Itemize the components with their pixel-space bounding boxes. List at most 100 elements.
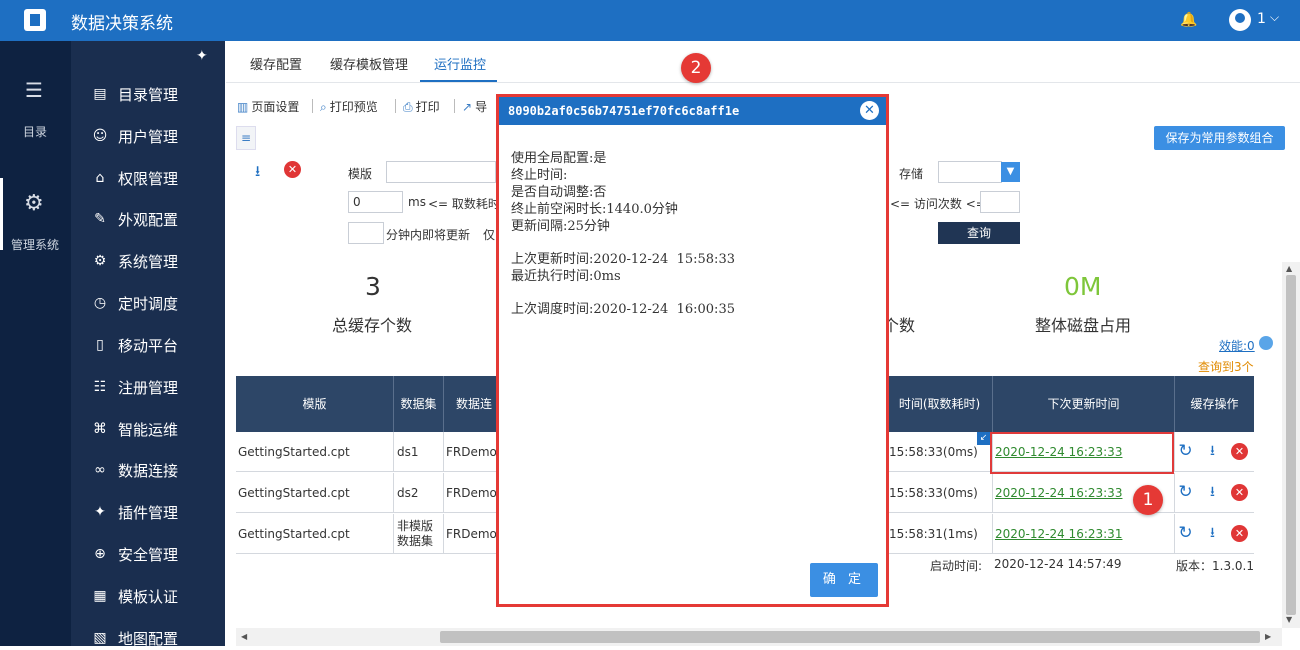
toolbar-divider bbox=[454, 99, 455, 113]
scroll-right-arrow-icon[interactable]: ▶ bbox=[1265, 632, 1271, 641]
sidebar-item-template-auth[interactable]: ▦ 模板认证 bbox=[91, 586, 221, 608]
col-header-dataset: 数据集 bbox=[394, 376, 444, 432]
dialog-line: 更新间隔:25分钟 bbox=[511, 219, 610, 234]
open-detail-icon[interactable]: ↙ bbox=[977, 432, 990, 445]
sidebar-item-register[interactable]: ☷ 注册管理 bbox=[91, 377, 221, 399]
disk-usage-label: 整体磁盘占用 bbox=[1035, 316, 1132, 335]
total-cache-label: 总缓存个数 bbox=[332, 316, 413, 335]
delete-icon[interactable]: ✕ bbox=[1231, 484, 1248, 501]
page-setup-icon: ▥ bbox=[237, 100, 249, 114]
download-icon[interactable]: ⭳ bbox=[1204, 443, 1221, 460]
sidebar-item-schedule[interactable]: ◷ 定时调度 bbox=[91, 293, 221, 315]
scroll-up-arrow-icon[interactable]: ▲ bbox=[1286, 264, 1292, 273]
avatar[interactable] bbox=[1229, 9, 1251, 31]
print-preview-button[interactable]: ⌕ 打印预览 bbox=[320, 98, 378, 115]
result-count: 查询到3个 bbox=[1198, 360, 1254, 374]
tab-divider bbox=[226, 82, 1300, 83]
refresh-icon[interactable]: ↻ bbox=[1177, 525, 1194, 542]
cell-template: GettingStarted.cpt bbox=[236, 432, 394, 472]
rail-active-indicator bbox=[0, 178, 3, 250]
sidebar-item-system[interactable]: ⚙ 系统管理 bbox=[91, 251, 221, 273]
ops-icon: ⌘ bbox=[93, 421, 107, 437]
sidebar-item-catalog[interactable]: ▤ 目录管理 bbox=[91, 84, 221, 106]
refresh-icon[interactable]: ↻ bbox=[1177, 443, 1194, 460]
rail-item-catalog[interactable]: 目录 bbox=[23, 123, 47, 140]
horizontal-scroll-thumb[interactable] bbox=[440, 631, 1260, 643]
cell-connection: FRDemo bbox=[444, 432, 500, 472]
sidebar-item-mobile[interactable]: ▯ 移动平台 bbox=[91, 335, 221, 357]
delete-icon[interactable]: ✕ bbox=[1231, 443, 1248, 460]
bell-icon[interactable]: 🔔 bbox=[1180, 12, 1197, 28]
pin-icon[interactable]: ✦ bbox=[196, 48, 208, 64]
list-icon[interactable]: ☰ bbox=[25, 78, 43, 102]
cell-time: 15:58:31(1ms) bbox=[887, 514, 993, 554]
tab-cache-template[interactable]: 缓存模板管理 bbox=[330, 54, 408, 73]
print-preview-icon: ⌕ bbox=[320, 100, 327, 114]
storage-select[interactable] bbox=[938, 161, 1002, 183]
start-time-label: 启动时间: bbox=[930, 559, 983, 573]
save-params-button[interactable]: 保存为常用参数组合 bbox=[1154, 126, 1285, 150]
rail-item-admin[interactable]: 管理系统 bbox=[11, 236, 59, 253]
sidebar-item-permissions[interactable]: ⌂ 权限管理 bbox=[91, 168, 221, 190]
sidebar-item-ops[interactable]: ⌘ 智能运维 bbox=[91, 419, 221, 441]
chevron-down-icon[interactable]: ⌵ bbox=[1270, 10, 1279, 25]
cache-detail-dialog: 8090b2af0c56b74751ef70fc6c8aff1e ✕ 使用全局配… bbox=[496, 94, 889, 607]
step-badge-2: 2 bbox=[681, 53, 711, 83]
top-bar bbox=[0, 0, 1300, 41]
close-icon[interactable]: ✕ bbox=[860, 101, 879, 120]
sidebar-item-security[interactable]: ⊕ 安全管理 bbox=[91, 544, 221, 566]
export-button[interactable]: ↗ 导 bbox=[462, 98, 487, 115]
step-badge-1: 1 bbox=[1133, 485, 1163, 515]
efficiency-link[interactable]: 效能:0 bbox=[1219, 337, 1255, 354]
download-icon[interactable]: ⭳ bbox=[1204, 525, 1221, 542]
clear-icon[interactable]: ✕ bbox=[284, 161, 301, 178]
cell-connection: FRDemo bbox=[444, 473, 500, 513]
print-button[interactable]: ⎙ 打印 bbox=[403, 98, 440, 115]
map-icon: ▧ bbox=[93, 630, 107, 646]
sidebar-item-appearance[interactable]: ✎ 外观配置 bbox=[91, 209, 221, 231]
user-name[interactable]: 1 bbox=[1257, 11, 1266, 27]
download-icon[interactable]: ⭳ bbox=[1204, 484, 1221, 501]
template-icon: ▦ bbox=[93, 588, 107, 604]
visit-count-label: <= 访问次数 <= bbox=[890, 197, 986, 211]
visit-count-max-input[interactable] bbox=[980, 191, 1020, 213]
gear-icon[interactable]: ⚙ bbox=[24, 191, 44, 216]
cell-connection: FRDemo bbox=[444, 514, 500, 554]
chevron-down-icon[interactable]: ▼ bbox=[1001, 162, 1020, 182]
settings-icon: ⚙ bbox=[93, 253, 107, 269]
ok-button[interactable]: 确 定 bbox=[810, 563, 878, 597]
sidebar-item-map[interactable]: ▧ 地图配置 bbox=[91, 628, 221, 650]
toolbar-divider bbox=[312, 99, 313, 113]
dialog-line: 最近执行时间:0ms bbox=[511, 269, 621, 284]
cell-template: GettingStarted.cpt bbox=[236, 473, 394, 513]
template-input[interactable] bbox=[386, 161, 496, 183]
template-label: 模版 bbox=[348, 167, 373, 181]
tab-monitor[interactable]: 运行监控 bbox=[434, 54, 486, 73]
toolbar-divider bbox=[395, 99, 396, 113]
user-icon: ☺ bbox=[92, 128, 108, 144]
minutes-label: 分钟内即将更新 bbox=[386, 228, 471, 242]
efficiency-icon[interactable] bbox=[1259, 336, 1273, 350]
download-icon[interactable]: ⭳ bbox=[255, 161, 260, 186]
dialog-line: 上次调度时间:2020-12-24 16:00:35 bbox=[511, 302, 735, 317]
cell-time: 15:58:33(0ms) bbox=[887, 473, 993, 513]
page-setup-button[interactable]: ▥ 页面设置 bbox=[237, 98, 299, 115]
sidebar-item-data-connection[interactable]: ∞ 数据连接 bbox=[91, 460, 221, 482]
minutes-input[interactable] bbox=[348, 222, 384, 244]
fetch-time-label: <= 取数耗时 bbox=[428, 197, 500, 211]
sidebar-item-plugins[interactable]: ✦ 插件管理 bbox=[91, 502, 221, 524]
refresh-icon[interactable]: ↻ bbox=[1177, 484, 1194, 501]
scroll-left-arrow-icon[interactable]: ◀ bbox=[241, 632, 247, 641]
next-update-link[interactable]: 2020-12-24 16:23:31 bbox=[993, 514, 1175, 554]
tab-cache-config[interactable]: 缓存配置 bbox=[250, 54, 302, 73]
cell-template: GettingStarted.cpt bbox=[236, 514, 394, 554]
sidebar-item-users[interactable]: ☺ 用户管理 bbox=[91, 126, 221, 148]
vertical-scroll-thumb[interactable] bbox=[1286, 275, 1296, 615]
delete-icon[interactable]: ✕ bbox=[1231, 525, 1248, 542]
col-header-next-update: 下次更新时间 bbox=[993, 376, 1175, 432]
fetch-time-min-input[interactable]: 0 bbox=[348, 191, 403, 213]
scroll-down-arrow-icon[interactable]: ▼ bbox=[1286, 615, 1292, 624]
param-toggle-icon[interactable]: ≡ bbox=[236, 126, 256, 150]
query-button[interactable]: 查询 bbox=[938, 222, 1020, 244]
sidebar-menu: ✦ ▤ 目录管理 ☺ 用户管理 ⌂ 权限管理 ✎ 外观配置 ⚙ 系统管理 ◷ 定时调度 ▯ 移… bbox=[71, 41, 225, 648]
